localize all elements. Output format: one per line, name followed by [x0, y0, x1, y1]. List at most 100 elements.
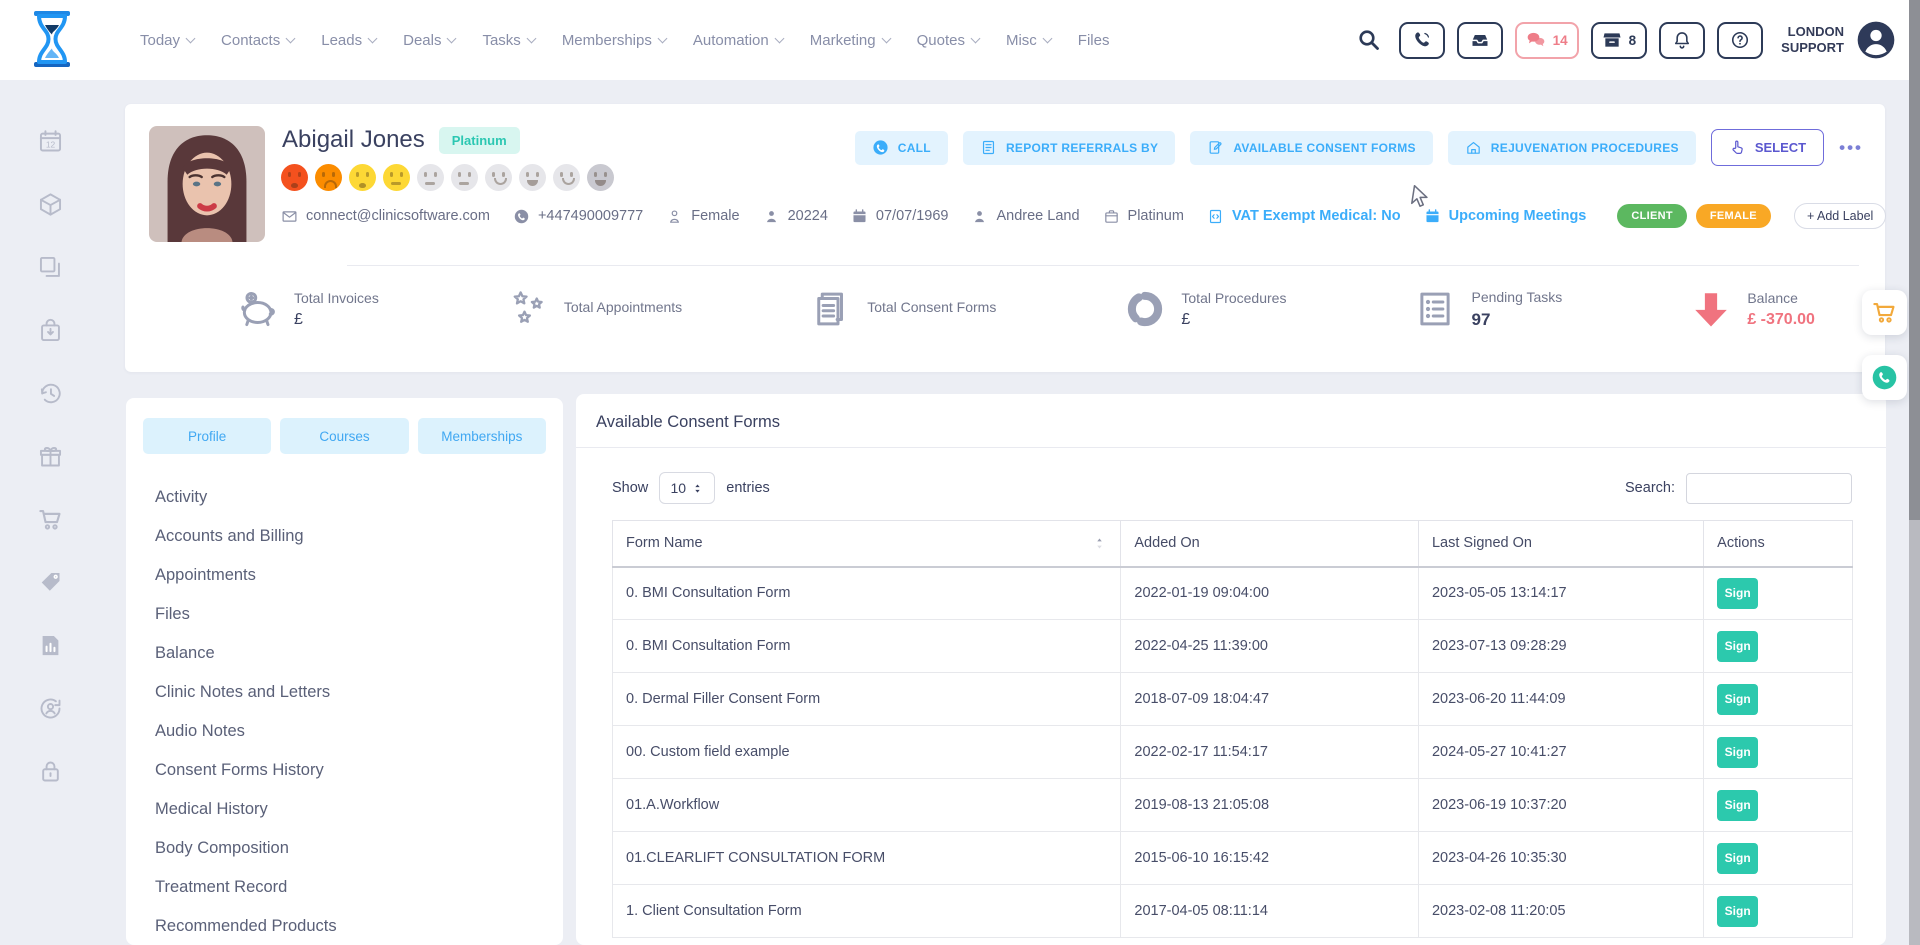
mood-face-icon[interactable]: [281, 164, 308, 191]
person-sync-icon[interactable]: [37, 695, 64, 722]
mood-face-icon[interactable]: [519, 164, 546, 191]
notifications-button[interactable]: [1659, 22, 1705, 59]
envelope-icon: [281, 208, 298, 225]
chart-doc-icon[interactable]: [37, 632, 64, 659]
nav-item[interactable]: Contacts: [221, 32, 294, 49]
mood-face-icon[interactable]: [485, 164, 512, 191]
mood-face-icon[interactable]: [587, 164, 614, 191]
sign-button[interactable]: Sign: [1717, 737, 1758, 768]
gift-icon[interactable]: [37, 443, 64, 470]
calendar12-icon[interactable]: 12: [37, 128, 64, 155]
profile-menu-item[interactable]: Consent Forms History: [143, 751, 546, 790]
nav-item[interactable]: Deals: [403, 32, 455, 49]
sort-icon: [1092, 536, 1107, 551]
history-icon[interactable]: [37, 380, 64, 407]
user-avatar-icon[interactable]: [1856, 20, 1896, 60]
contact-item[interactable]: Platinum: [1103, 208, 1184, 225]
help-button[interactable]: [1717, 22, 1763, 59]
profile-menu-item[interactable]: Clinic Notes and Letters: [143, 673, 546, 712]
phone-button[interactable]: [1399, 22, 1445, 59]
mood-face-icon[interactable]: [315, 164, 342, 191]
profile-tab[interactable]: Memberships: [418, 418, 546, 454]
rejuvenation-icon: [1465, 139, 1482, 156]
shopping-bag-icon[interactable]: [37, 317, 64, 344]
contact-item[interactable]: Female: [666, 208, 739, 225]
action-button[interactable]: CALL: [855, 131, 948, 165]
cart-icon[interactable]: [37, 506, 64, 533]
store-button[interactable]: 8: [1591, 22, 1648, 59]
sign-button[interactable]: Sign: [1717, 843, 1758, 874]
page-size-select[interactable]: 10: [659, 472, 715, 504]
floating-button[interactable]: [1862, 290, 1907, 335]
contact-item[interactable]: 07/07/1969: [851, 208, 949, 225]
profile-menu-item[interactable]: Medical History: [143, 790, 546, 829]
stat-value: 97: [1471, 310, 1562, 330]
column-header-form-name[interactable]: Form Name: [613, 521, 1121, 567]
sign-button[interactable]: Sign: [1717, 896, 1758, 927]
contact-item[interactable]: VAT Exempt Medical: No: [1207, 208, 1401, 225]
profile-menu-item[interactable]: Activity: [143, 478, 546, 517]
cube-icon[interactable]: [37, 191, 64, 218]
scrollbar-track[interactable]: [1909, 0, 1920, 945]
profile-tab[interactable]: Profile: [143, 418, 271, 454]
profile-menu-item[interactable]: Recommended Products: [143, 907, 546, 945]
mood-face-icon[interactable]: [383, 164, 410, 191]
profile-menu-item[interactable]: Accounts and Billing: [143, 517, 546, 556]
add-label-button[interactable]: + Add Label: [1794, 203, 1886, 229]
consent-icon: [1207, 139, 1224, 156]
contact-item[interactable]: Upcoming Meetings: [1424, 208, 1587, 225]
price-tag-icon[interactable]: [37, 569, 64, 596]
sign-button[interactable]: Sign: [1717, 790, 1758, 821]
floating-button[interactable]: [1862, 355, 1907, 400]
profile-tab[interactable]: Courses: [280, 418, 408, 454]
inbox-button[interactable]: [1457, 22, 1503, 59]
profile-menu-item[interactable]: Appointments: [143, 556, 546, 595]
nav-item[interactable]: Marketing: [810, 32, 890, 49]
profile-menu-item[interactable]: Audio Notes: [143, 712, 546, 751]
action-button[interactable]: REPORT REFERRALS BY: [963, 131, 1175, 165]
profile-menu-item[interactable]: Balance: [143, 634, 546, 673]
nav-item[interactable]: Tasks: [482, 32, 534, 49]
mood-face-icon[interactable]: [349, 164, 376, 191]
table-row: 0. Dermal Filler Consent Form 2018-07-09…: [613, 673, 1853, 726]
piggy-bank-icon: [237, 288, 279, 330]
nav-item[interactable]: Automation: [693, 32, 783, 49]
nav-item[interactable]: Memberships: [562, 32, 666, 49]
contact-item[interactable]: +447490009777: [513, 208, 643, 225]
main-nav: Today Contacts Leads Deals: [140, 32, 1109, 49]
column-header-added-on[interactable]: Added On: [1121, 521, 1419, 567]
sign-button[interactable]: Sign: [1717, 578, 1758, 609]
profile-menu-item[interactable]: Body Composition: [143, 829, 546, 868]
mood-face-icon[interactable]: [417, 164, 444, 191]
mood-face-icon[interactable]: [451, 164, 478, 191]
contact-item[interactable]: connect@clinicsoftware.com: [281, 208, 490, 225]
nav-item[interactable]: Misc: [1006, 32, 1051, 49]
action-button[interactable]: AVAILABLE CONSENT FORMS: [1190, 131, 1432, 165]
contact-item[interactable]: Andree Land: [971, 208, 1079, 225]
lock-icon[interactable]: [37, 758, 64, 785]
consent-forms-table: Form Name Added On Last Signed On Action…: [612, 520, 1853, 938]
stepper-icon: [691, 482, 704, 495]
column-header-last-signed[interactable]: Last Signed On: [1418, 521, 1703, 567]
sign-button[interactable]: Sign: [1717, 631, 1758, 662]
mood-face-icon[interactable]: [553, 164, 580, 191]
nav-item[interactable]: Files: [1078, 32, 1110, 49]
action-button[interactable]: REJUVENATION PROCEDURES: [1448, 131, 1696, 165]
panel-title: Available Consent Forms: [576, 394, 1886, 447]
nav-item[interactable]: Today: [140, 32, 194, 49]
sign-button[interactable]: Sign: [1717, 684, 1758, 715]
profile-menu-item[interactable]: Files: [143, 595, 546, 634]
hourglass-logo[interactable]: [28, 10, 76, 68]
select-button[interactable]: SELECT: [1711, 129, 1824, 166]
chevron-down-icon: [526, 33, 536, 43]
copy-icon[interactable]: [37, 254, 64, 281]
contact-item[interactable]: 20224: [763, 208, 828, 225]
nav-item[interactable]: Quotes: [917, 32, 979, 49]
scrollbar-thumb[interactable]: [1909, 0, 1920, 520]
nav-item[interactable]: Leads: [321, 32, 376, 49]
chat-button[interactable]: 14: [1515, 22, 1579, 59]
profile-menu-item[interactable]: Treatment Record: [143, 868, 546, 907]
search-input[interactable]: [1686, 473, 1852, 504]
more-options-button[interactable]: •••: [1839, 138, 1863, 158]
search-icon[interactable]: [1357, 28, 1381, 52]
